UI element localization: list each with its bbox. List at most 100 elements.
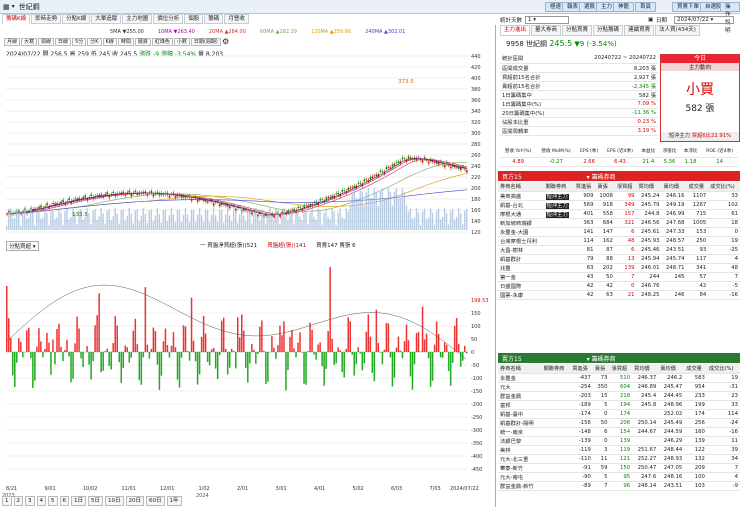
period-button[interactable]: 1: [2, 496, 12, 506]
tool-tab[interactable]: 籌碼K線: [2, 14, 31, 24]
stock-change: ▼9 (-3.54%): [574, 40, 617, 48]
tool-tab[interactable]: 籌碼: [204, 14, 224, 24]
table-row[interactable]: 國票-永康 42 63 21 248.25 246 84 -16: [498, 290, 740, 300]
table-row[interactable]: 大昌-樹林 81 87 6 245.46 243.51 93 -25: [498, 245, 740, 255]
table-cell: 139: [684, 436, 707, 446]
table-row[interactable]: 群益金鼎-新竹 -89 7 96 248.14 243.51 103 -9: [498, 481, 740, 491]
net-buy-bar: [411, 352, 414, 390]
table-cell: 57: [686, 272, 709, 282]
right-tab[interactable]: 分點買賣: [562, 25, 593, 36]
table-cell: 244.45: [658, 391, 685, 401]
period-button[interactable]: 1年: [166, 496, 182, 506]
buy-selector[interactable]: 籌碼券商: [592, 174, 616, 181]
period-button[interactable]: 1日: [71, 496, 86, 506]
table-row[interactable]: 兆豐 63 202 139 246.01 248.71 341 48: [498, 263, 740, 273]
date-tick-label: 3/01: [276, 486, 287, 492]
period-button[interactable]: 60日: [146, 496, 165, 506]
table-row[interactable]: 美林 -119 3 119 251.67 248.44 122 39: [498, 445, 740, 455]
right-tab[interactable]: 主力進出: [500, 25, 531, 36]
tool-tab[interactable]: 大單追蹤: [91, 14, 122, 24]
period-button[interactable]: 4: [36, 496, 46, 506]
volume-bar: [359, 188, 361, 230]
candle-body: [379, 170, 382, 172]
net-buy-bar: [148, 352, 151, 359]
tool-tab[interactable]: 個股: [184, 14, 204, 24]
table-row[interactable]: 群益金鼎 -203 15 218 245.4 244.45 233 23: [498, 391, 740, 401]
table-row[interactable]: 永豐金-大園 141 147 6 245.61 247.33 153 0: [498, 227, 740, 237]
period-button[interactable]: 10日: [105, 496, 124, 506]
volume-bar: [118, 223, 120, 230]
net-buy-bar: [303, 352, 305, 384]
candle-body: [465, 170, 468, 173]
tool-tab[interactable]: 分點K線: [62, 14, 91, 24]
table-row[interactable]: 新加坡商瑞銀 363 684 321 246.56 247.68 1005 18: [498, 218, 740, 228]
period-button[interactable]: 3: [25, 496, 35, 506]
table-row[interactable]: 富邦 -189 5 194 245.8 248.96 199 33: [498, 400, 740, 410]
stat-select[interactable]: 1 ▾: [525, 15, 570, 24]
table-cell: 凱基群計-陽明: [498, 418, 542, 428]
table-row[interactable]: 摩根大通 短沖主力 401 558 157 244.8 246.99 715 61: [498, 209, 740, 219]
table-row[interactable]: 凱基-台北 短沖主力 569 918 349 245.79 249.19 1267 102: [498, 200, 740, 210]
calendar-icon[interactable]: ▣: [648, 17, 653, 23]
date-input[interactable]: 2024/07/22 ▾: [674, 15, 734, 24]
table-row[interactable]: 台灣摩根士丹利 114 162 48 245.93 248.57 250 19: [498, 236, 740, 246]
table-row[interactable]: 統一-南京 -148 6 154 244.67 244.59 160 -16: [498, 427, 740, 437]
summary-label: 賣超前15名合計: [500, 81, 566, 91]
table-row[interactable]: 第一金 43 50 7 244 245 57 7: [498, 272, 740, 282]
sell-selector[interactable]: 籌碼券商: [592, 356, 616, 363]
tool-tab[interactable]: 月營收: [224, 14, 249, 24]
candle-body: [375, 174, 378, 177]
table-row[interactable]: 凱基群計 79 88 13 245.94 245.74 117 4: [498, 254, 740, 264]
right-tab[interactable]: 法人買(434天): [655, 25, 700, 36]
period-button[interactable]: 6: [59, 496, 69, 506]
table-row[interactable]: 元大-南屯 -90 5 95 247.6 248.16 100 4: [498, 472, 740, 482]
period-button[interactable]: 5: [48, 496, 58, 506]
header-button[interactable]: 神龍: [613, 2, 635, 12]
net-buy-bar: [18, 338, 20, 352]
table-row[interactable]: 日盛國際 42 42 0 246.76 42 -5: [498, 281, 740, 291]
table-row[interactable]: 元大 -254 350 604 246.89 245.47 954 -31: [498, 382, 740, 392]
table-cell: 華泰-新竹: [498, 463, 542, 473]
header-button[interactable]: 首頁: [635, 2, 657, 12]
volume-bar: [409, 208, 412, 230]
header-button[interactable]: 操作說明: [720, 2, 740, 34]
tool-tab[interactable]: 即時走勢: [31, 14, 62, 24]
table-cell: 244.8: [636, 209, 662, 219]
period-button[interactable]: 2: [13, 496, 23, 506]
table-row[interactable]: 凱基群計-陽明 -156 50 206 250.14 245.49 256 -24: [498, 418, 740, 428]
tool-tab[interactable]: 價位分析: [153, 14, 184, 24]
summary-value: 0.23 %: [565, 117, 658, 127]
lower-indicator-selector[interactable]: 分點買超 ▾: [6, 241, 39, 251]
volume-bar: [385, 198, 388, 230]
right-tab[interactable]: 分點籌碼: [593, 25, 624, 36]
period-button[interactable]: 20日: [125, 496, 144, 506]
stat-row: 統計天數 1 ▾ ▣ 日期 2024/07/22 ▾: [498, 14, 740, 25]
column-header: 買進張: [573, 182, 596, 192]
right-tab[interactable]: 連續買賣: [624, 25, 655, 36]
lower-legend-1: 一 買盤淨買超(張)(521: [200, 243, 258, 249]
right-tab[interactable]: 量大券商: [531, 25, 562, 36]
period-button[interactable]: 5日: [88, 496, 103, 506]
price-chart[interactable]: 4404204003803603403203002802602402202001…: [0, 25, 496, 507]
table-row[interactable]: 永豐金 -437 73 510 246.37 246.2 583 19: [498, 373, 740, 383]
net-buy-bar: [66, 339, 68, 352]
table-row[interactable]: 華泰-新竹 -91 59 150 250.47 247.05 209 7: [498, 463, 740, 473]
price-tick-label: 120: [471, 230, 481, 236]
net-buy-bar: [239, 337, 241, 352]
dropdown-icon[interactable]: ▾: [12, 3, 15, 10]
candle-body: [281, 211, 283, 214]
table-cell: 7: [614, 272, 637, 282]
table-cell: -16: [708, 290, 740, 300]
table-cell: 6: [614, 227, 637, 237]
table-cell: 1107: [686, 191, 709, 201]
table-cell: 119: [609, 445, 633, 455]
table-cell: 141: [573, 227, 596, 237]
table-row[interactable]: 元大-北三重 -110 11 121 252.27 248.93 132 34: [498, 454, 740, 464]
volume-bar: [317, 208, 319, 230]
tool-tab[interactable]: 主力地圖: [122, 14, 153, 24]
table-row[interactable]: 法銀巴黎 -139 0 139 246.29 139 11: [498, 436, 740, 446]
table-row[interactable]: 美商高盛 短沖主力 909 1008 99 245.24 246.16 1107 33: [498, 191, 740, 201]
table-row[interactable]: 凱基-臺中 -174 0 174 252.02 174 114: [498, 409, 740, 419]
chart-icon[interactable]: ▦: [3, 3, 10, 11]
net-buy-bar: [206, 352, 209, 363]
